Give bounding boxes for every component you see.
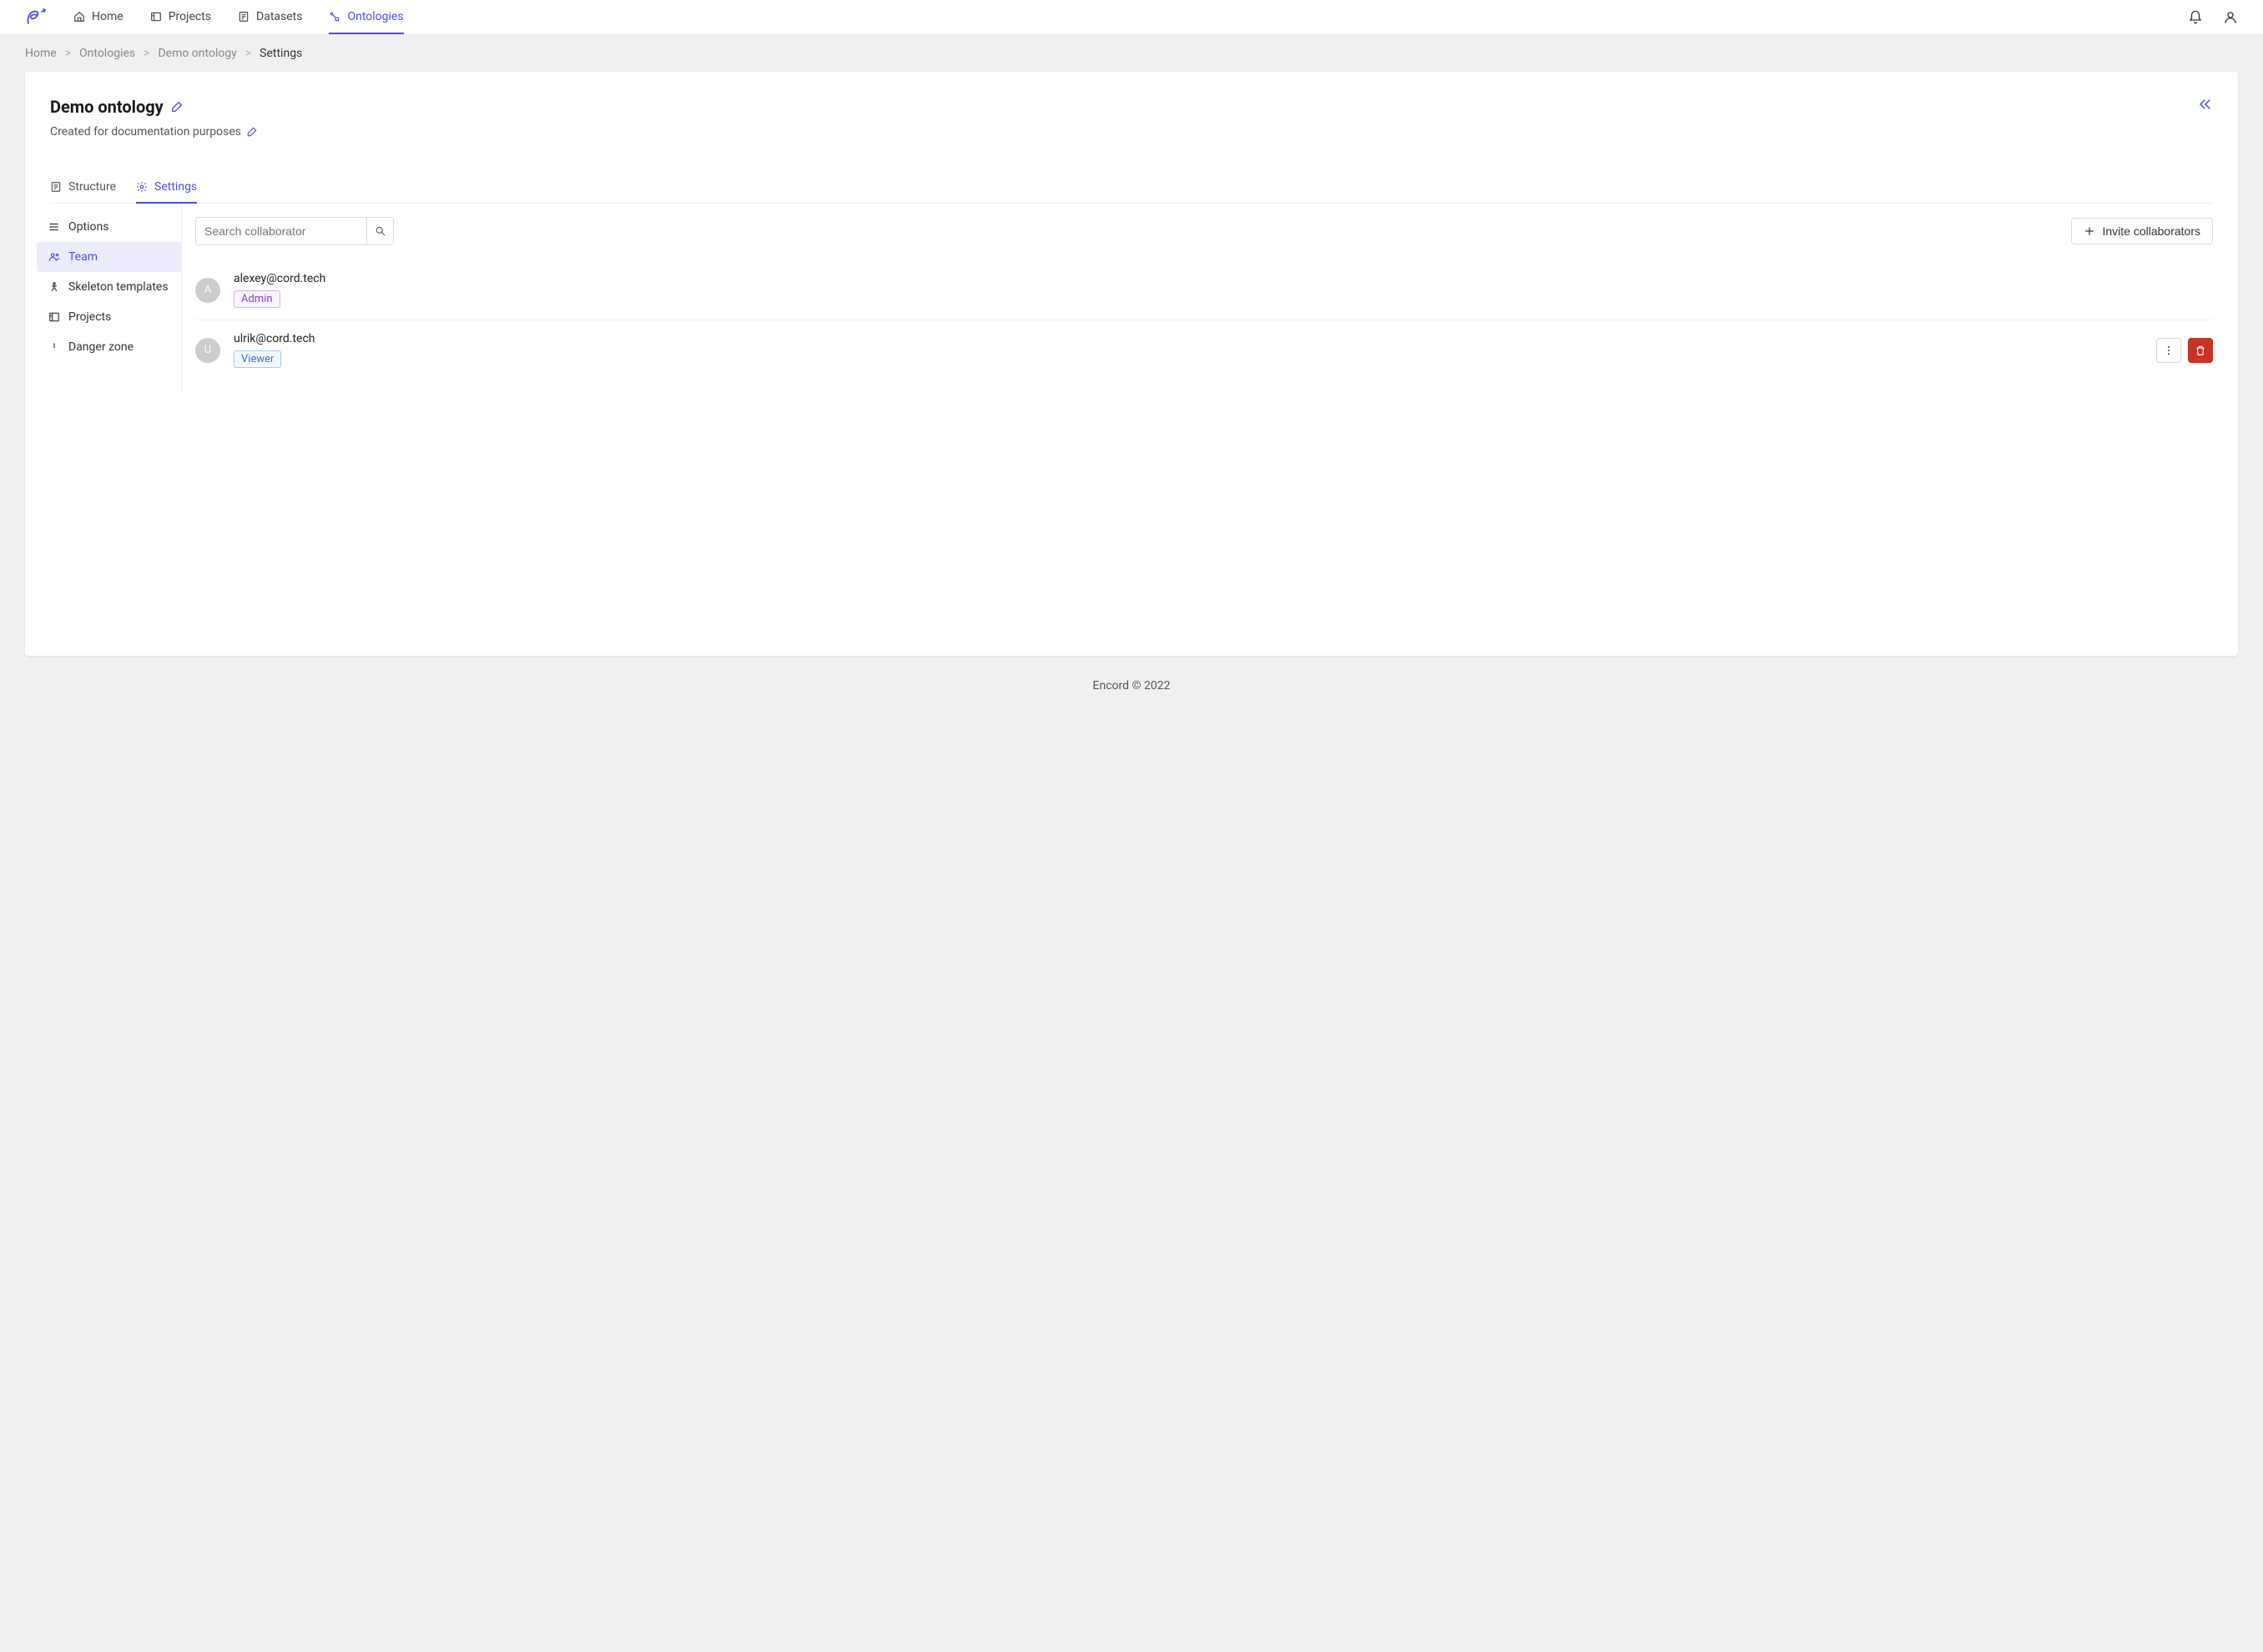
collaborator-row: Uulrik@cord.tech Viewer	[195, 320, 2213, 380]
structure-icon	[50, 181, 62, 193]
breadcrumb-item[interactable]: Home	[25, 47, 57, 60]
sidebar-item-label: Danger zone	[68, 340, 134, 354]
collaborator-list: Aalexey@cord.tech Admin Uulrik@cord.tech Vi…	[195, 260, 2213, 380]
user-icon[interactable]	[2223, 10, 2238, 25]
tab-label: Structure	[68, 180, 116, 194]
tab-structure[interactable]: Structure	[50, 172, 116, 204]
nav-label: Ontologies	[347, 10, 403, 23]
datasets-icon	[238, 11, 249, 23]
sidebar-item-label: Options	[68, 220, 108, 234]
edit-title-icon[interactable]	[170, 100, 184, 113]
footer: Encord © 2022	[0, 656, 2263, 726]
trash-icon	[2195, 345, 2206, 356]
collaborator-row: Aalexey@cord.tech Admin	[195, 260, 2213, 320]
nav-home[interactable]: Home	[73, 0, 123, 34]
top-nav: Home Projects Datasets Ontologies	[0, 0, 2263, 35]
team-icon	[48, 251, 60, 263]
nav-label: Datasets	[256, 10, 302, 23]
page-title: Demo ontology	[50, 97, 164, 117]
more-icon	[2163, 345, 2175, 356]
role-badge: Viewer	[234, 350, 281, 368]
projects-icon	[48, 311, 60, 323]
notifications-icon[interactable]	[2188, 10, 2203, 25]
sidebar-item-label: Skeleton templates	[68, 280, 169, 294]
settings-icon	[136, 181, 148, 193]
ontologies-icon	[329, 11, 340, 23]
options-icon	[48, 221, 60, 233]
search-wrap	[195, 217, 394, 245]
edit-description-icon[interactable]	[246, 126, 258, 138]
sidebar-item-projects[interactable]: Projects	[37, 302, 181, 332]
sidebar-item-label: Team	[68, 250, 98, 264]
breadcrumb: Home > Ontologies > Demo ontology > Sett…	[0, 35, 2263, 72]
home-icon	[73, 11, 85, 23]
sidebar-item-team[interactable]: Team	[37, 242, 181, 272]
tab-label: Settings	[154, 180, 197, 194]
search-button[interactable]	[366, 218, 393, 244]
nav-datasets[interactable]: Datasets	[238, 0, 302, 34]
nav-ontologies[interactable]: Ontologies	[329, 0, 403, 34]
avatar: A	[195, 278, 220, 303]
avatar: U	[195, 338, 220, 363]
collaborator-email: ulrik@cord.tech	[234, 332, 2156, 345]
nav-label: Projects	[169, 10, 211, 23]
sidebar-item-options[interactable]: Options	[37, 212, 181, 242]
logo[interactable]	[25, 7, 48, 28]
plus-icon	[2084, 225, 2095, 237]
collaborator-email: alexey@cord.tech	[234, 272, 2213, 285]
team-panel: Invite collaborators Aalexey@cord.tech Ad…	[182, 204, 2238, 393]
breadcrumb-item[interactable]: Ontologies	[79, 47, 135, 60]
nav-projects[interactable]: Projects	[150, 0, 211, 34]
tab-settings[interactable]: Settings	[136, 172, 197, 204]
delete-button[interactable]	[2188, 338, 2213, 363]
skeleton-icon	[48, 281, 60, 293]
search-input[interactable]	[196, 218, 366, 244]
role-badge: Admin	[234, 290, 280, 308]
invite-collaborators-button[interactable]: Invite collaborators	[2071, 218, 2213, 244]
main-card: Demo ontology Created for documentation …	[25, 72, 2238, 656]
page-tabs: Structure Settings	[50, 172, 2213, 204]
danger-icon	[48, 341, 60, 353]
chevrons-collapse-icon[interactable]	[2198, 97, 2213, 112]
settings-sidebar: Options Team Skeleton templates Projects	[37, 204, 182, 393]
search-icon	[375, 225, 386, 237]
nav-label: Home	[92, 10, 123, 23]
sidebar-item-skeleton[interactable]: Skeleton templates	[37, 272, 181, 302]
more-actions-button[interactable]	[2156, 338, 2181, 363]
button-label: Invite collaborators	[2102, 224, 2200, 238]
projects-icon	[150, 11, 162, 23]
sidebar-item-danger[interactable]: Danger zone	[37, 332, 181, 362]
page-description: Created for documentation purposes	[50, 125, 241, 139]
breadcrumb-item[interactable]: Demo ontology	[158, 47, 236, 60]
breadcrumb-current: Settings	[260, 47, 302, 60]
sidebar-item-label: Projects	[68, 310, 111, 324]
